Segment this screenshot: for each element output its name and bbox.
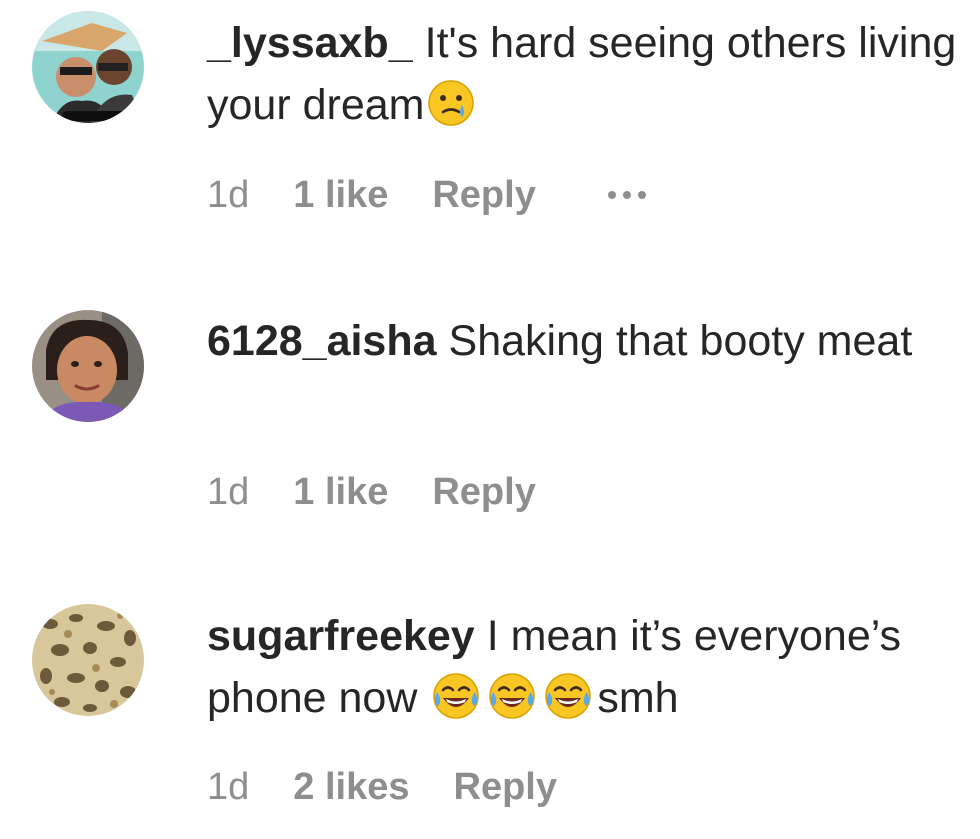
reply-button[interactable]: Reply [432,174,535,217]
comment-time: 1d [207,765,250,808]
comment-likes-link[interactable]: 1 like [293,174,388,217]
avatar[interactable] [32,11,144,123]
comment-text: sugarfreekey I mean it’s everyone’s phone… [207,605,977,729]
face-with-tears-of-joy-emoji-icon [541,668,595,722]
comment-time: 1d [207,470,250,513]
comment-meta: 1d 2 likes Reply [207,757,629,817]
comment-username[interactable]: 6128_aisha [207,317,437,365]
crying-face-emoji-icon [424,75,478,129]
comment-text: _lyssaxb_ It's hard seeing others living … [207,12,977,136]
comment-likes-link[interactable]: 2 likes [293,766,409,809]
comment-meta: 1d 1 like Reply [207,462,608,522]
comment-body: Shaking that booty meat [448,317,913,365]
face-with-tears-of-joy-emoji-icon [485,668,539,722]
reply-button[interactable]: Reply [432,471,535,514]
reply-button[interactable]: Reply [454,766,557,809]
comment-text: 6128_aisha Shaking that booty meat [207,310,977,372]
comment-username[interactable]: _lyssaxb_ [207,19,413,67]
comment-meta: 1d 1 like Reply [207,165,646,225]
comment-likes-link[interactable]: 1 like [293,471,388,514]
more-options-icon[interactable] [607,191,646,199]
comment-body-suffix: smh [597,674,679,722]
face-with-tears-of-joy-emoji-icon [429,668,483,722]
comment-time: 1d [207,173,250,216]
avatar[interactable] [32,604,144,716]
comment-username[interactable]: sugarfreekey [207,612,475,660]
avatar[interactable] [32,310,144,422]
